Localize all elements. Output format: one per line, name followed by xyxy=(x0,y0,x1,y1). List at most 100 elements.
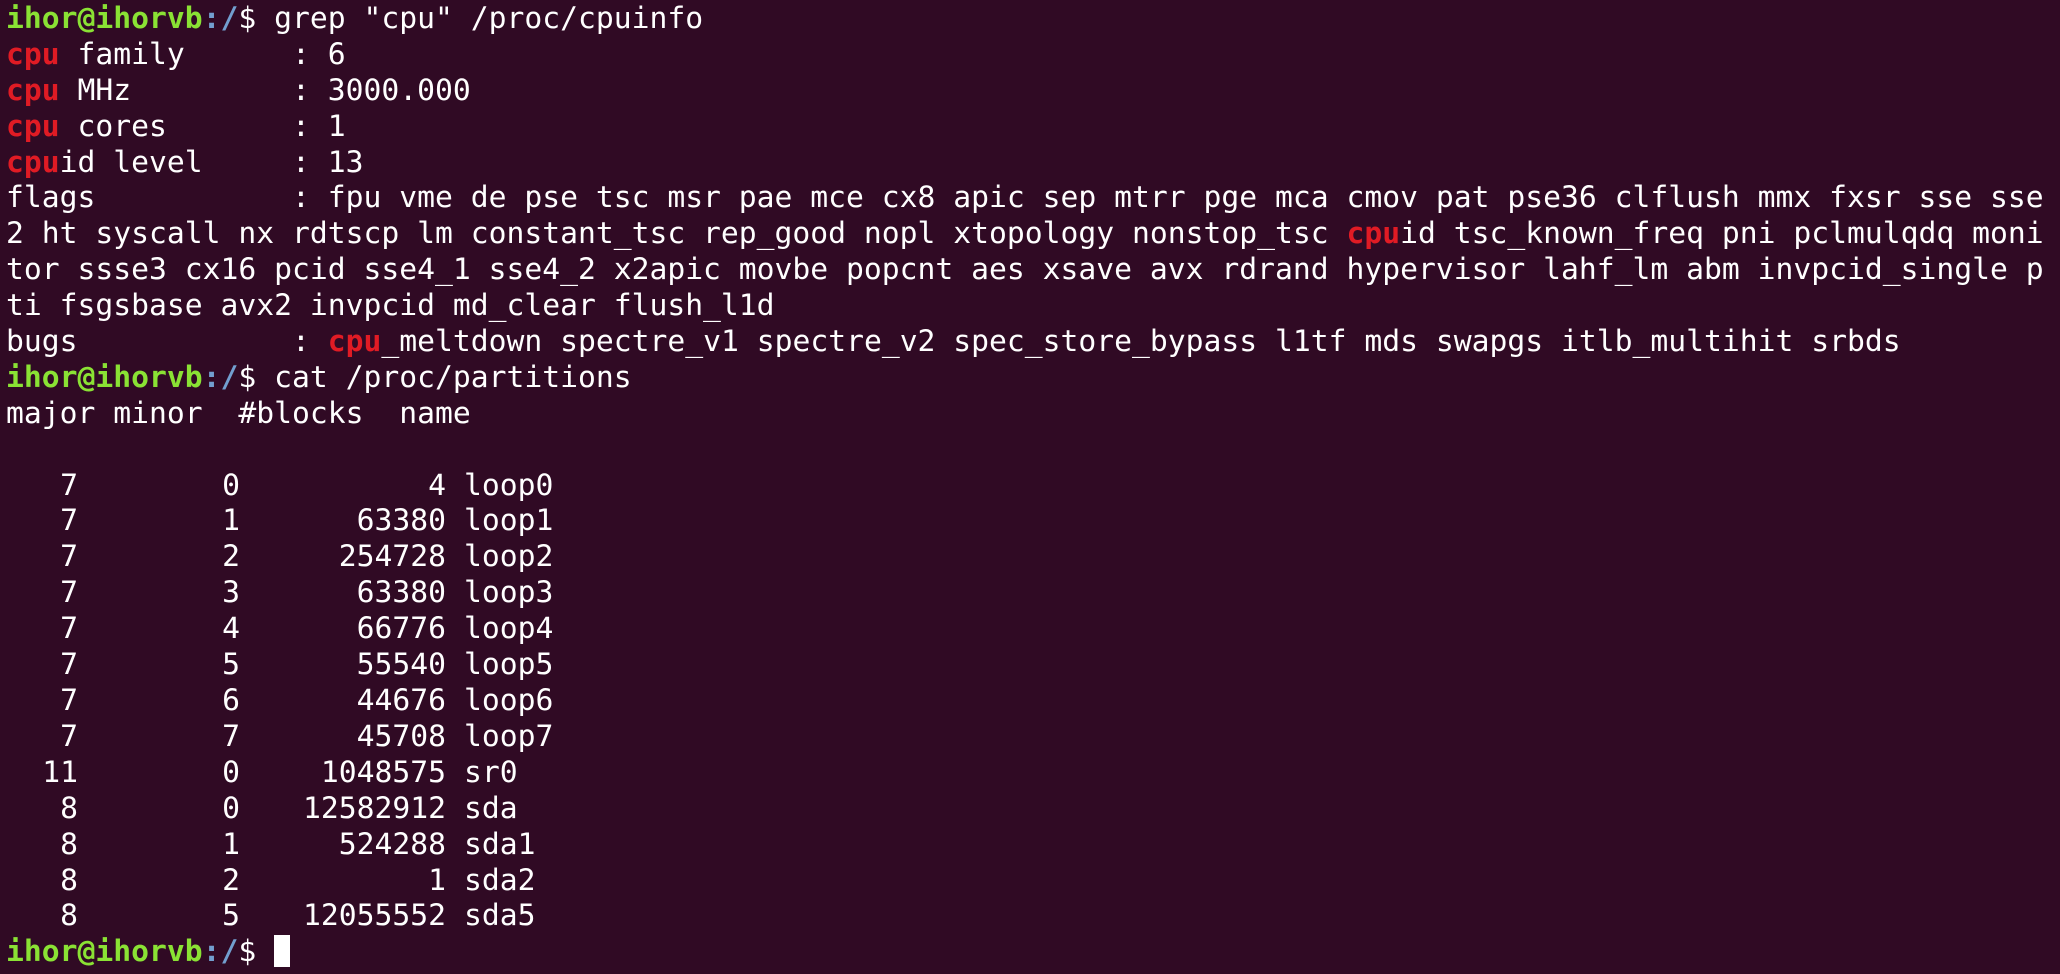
cpuinfo-text: tor ssse3 cx16 pcid sse4_1 sse4_2 x2apic… xyxy=(6,252,2044,288)
partition-name: sda xyxy=(464,790,518,826)
partition-minor: 5 xyxy=(222,898,240,934)
cpuinfo-output: cpu family : 6 cpu MHz : 3000.000 cpu core… xyxy=(6,37,2060,360)
partition-name: loop4 xyxy=(464,611,554,647)
partition-major: 7 xyxy=(60,575,78,611)
partition-row: 7 0 4 loop0 xyxy=(6,468,553,504)
partition-minor: 0 xyxy=(222,467,240,503)
cpuinfo-line: tor ssse3 cx16 pcid sse4_1 sse4_2 x2apic… xyxy=(6,252,2060,288)
partition-minor: 0 xyxy=(222,754,240,790)
partition-blocks: 4 xyxy=(428,467,446,503)
cpuinfo-text: id tsc_known_freq pni pclmulqdq moni xyxy=(1400,216,2044,252)
grep-match: cpu xyxy=(6,108,60,144)
partition-major: 7 xyxy=(60,467,78,503)
partition-name: loop3 xyxy=(464,575,554,611)
partition-minor: 6 xyxy=(222,683,240,719)
partition-name: loop5 xyxy=(464,647,554,683)
prompt-symbol: $ xyxy=(238,1,275,36)
prompt-symbol: $ xyxy=(238,359,275,395)
partition-major: 7 xyxy=(60,539,78,575)
prompt-path: :/ xyxy=(202,359,239,395)
partition-minor: 7 xyxy=(222,718,240,754)
partition-blocks: 1048575 xyxy=(320,754,446,790)
cpuinfo-line: bugs : cpu_meltdown spectre_v1 spectre_v… xyxy=(6,324,2060,360)
prompt-line-final[interactable]: ihor@ihorvb:/$ xyxy=(6,934,2060,970)
cpuinfo-line: cpu MHz : 3000.000 xyxy=(6,73,2060,109)
partition-minor: 0 xyxy=(222,790,240,826)
partition-major: 7 xyxy=(60,611,78,647)
partition-minor: 1 xyxy=(222,503,240,539)
cpuinfo-text: bugs : xyxy=(6,324,328,360)
partition-major: 7 xyxy=(60,718,78,754)
partitions-table: 7 0 4 loop0 7 1 63380 loop1 7 2 254728 loop2 7 3 63380… xyxy=(6,468,553,935)
partition-row: 7 6 44676 loop6 xyxy=(6,683,553,719)
cpuinfo-text: 2 ht syscall nx rdtscp lm constant_tsc r… xyxy=(6,216,1347,252)
partition-name: loop2 xyxy=(464,539,554,575)
partition-major: 8 xyxy=(60,898,78,934)
partition-blocks: 63380 xyxy=(356,575,446,611)
partition-row: 7 1 63380 loop1 xyxy=(6,503,553,539)
cpuinfo-line: cpuid level : 13 xyxy=(6,145,2060,181)
terminal-cursor xyxy=(274,935,291,968)
partition-minor: 2 xyxy=(222,862,240,898)
partition-minor: 1 xyxy=(222,826,240,862)
prompt-path: :/ xyxy=(202,934,239,970)
cpuinfo-line: cpu family : 6 xyxy=(6,37,2060,73)
prompt-line-cat: ihor@ihorvb:/$ cat /proc/partitions xyxy=(6,360,2060,396)
partition-minor: 5 xyxy=(222,647,240,683)
partition-name: loop7 xyxy=(464,718,554,754)
partition-name: loop0 xyxy=(464,467,554,503)
partition-name: sda1 xyxy=(464,826,536,862)
partition-blocks: 66776 xyxy=(356,611,446,647)
grep-match: cpu xyxy=(6,144,60,180)
prompt-user-host: ihor@ihorvb xyxy=(6,1,203,36)
partition-row: 7 2 254728 loop2 xyxy=(6,539,553,575)
cpuinfo-text: flags : fpu vme de pse tsc msr pae mce c… xyxy=(6,180,2044,216)
prompt-symbol: $ xyxy=(238,934,275,970)
partition-blocks: 45708 xyxy=(356,718,446,754)
partition-major: 7 xyxy=(60,503,78,539)
cpuinfo-line: 2 ht syscall nx rdtscp lm constant_tsc r… xyxy=(6,216,2060,252)
partition-row: 11 0 1048575 sr0 xyxy=(6,755,553,791)
partition-blocks: 63380 xyxy=(356,503,446,539)
terminal-window[interactable]: ihor@ihorvb:/$ grep "cpu" /proc/cpuinfo … xyxy=(0,0,2060,974)
partition-major: 7 xyxy=(60,647,78,683)
partition-blocks: 12582912 xyxy=(303,790,446,826)
partition-blocks: 55540 xyxy=(356,647,446,683)
partition-row: 7 5 55540 loop5 xyxy=(6,647,553,683)
grep-match: cpu xyxy=(6,36,60,72)
partition-row: 7 4 66776 loop4 xyxy=(6,611,553,647)
cat-command: cat /proc/partitions xyxy=(274,359,632,395)
partition-row: 7 7 45708 loop7 xyxy=(6,719,553,755)
prompt-line-grep: ihor@ihorvb:/$ grep "cpu" /proc/cpuinfo xyxy=(6,1,2060,37)
prompt-user-host: ihor@ihorvb xyxy=(6,934,203,970)
partition-row: 8 1 524288 sda1 xyxy=(6,827,553,863)
cpuinfo-text: family : 6 xyxy=(59,36,346,72)
partition-blocks: 1 xyxy=(428,862,446,898)
partition-row: 8 5 12055552 sda5 xyxy=(6,898,553,934)
partition-name: sda2 xyxy=(464,862,536,898)
partitions-header: major minor #blocks name xyxy=(6,395,471,431)
partition-major: 8 xyxy=(60,790,78,826)
cpuinfo-line: flags : fpu vme de pse tsc msr pae mce c… xyxy=(6,180,2060,216)
partition-major: 7 xyxy=(60,683,78,719)
partition-blocks: 12055552 xyxy=(303,898,446,934)
partition-major: 8 xyxy=(60,826,78,862)
partition-name: sda5 xyxy=(464,898,536,934)
grep-match: cpu xyxy=(1346,216,1401,252)
cpuinfo-line: cpu cores : 1 xyxy=(6,109,2060,145)
grep-command: grep "cpu" /proc/cpuinfo xyxy=(274,1,704,36)
prompt-user-host: ihor@ihorvb xyxy=(6,359,203,395)
cpuinfo-text: MHz : 3000.000 xyxy=(59,72,471,108)
partition-row: 8 0 12582912 sda xyxy=(6,791,553,827)
partition-name: loop6 xyxy=(464,683,554,719)
partition-blocks: 524288 xyxy=(338,826,446,862)
grep-match: cpu xyxy=(6,72,60,108)
cpuinfo-text: id level : 13 xyxy=(59,144,364,180)
cpuinfo-line: ti fsgsbase avx2 invpcid md_clear flush_… xyxy=(6,288,2060,324)
partition-row: 7 3 63380 loop3 xyxy=(6,575,553,611)
partition-major: 11 xyxy=(42,754,78,790)
partition-row: 8 2 1 sda2 xyxy=(6,863,553,899)
partition-minor: 2 xyxy=(222,539,240,575)
cpuinfo-text: cores : 1 xyxy=(59,108,346,144)
